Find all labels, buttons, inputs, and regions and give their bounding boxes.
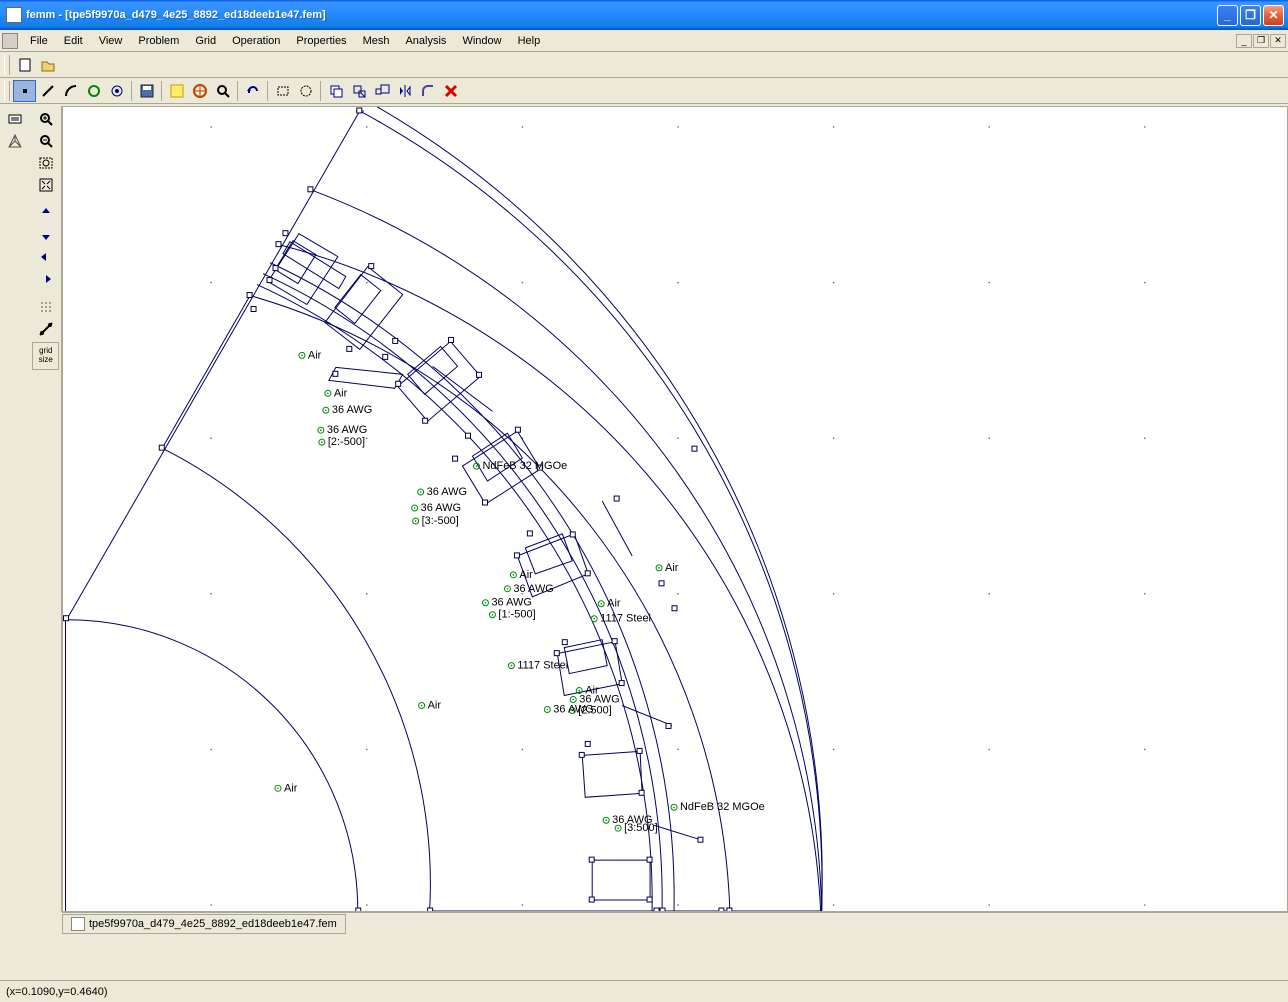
- svg-text:Air: Air: [334, 387, 348, 399]
- copy-button[interactable]: [324, 80, 347, 102]
- circle-select-button[interactable]: [294, 80, 317, 102]
- arc-tool-button[interactable]: [59, 80, 82, 102]
- file-toolbar: [0, 52, 1288, 78]
- toolbar-grip[interactable]: [4, 81, 10, 101]
- menu-mesh[interactable]: Mesh: [355, 33, 398, 49]
- svg-text:[3:500]: [3:500]: [624, 822, 658, 834]
- pan-left-button[interactable]: [32, 246, 59, 268]
- svg-text:36 AWG: 36 AWG: [513, 583, 553, 595]
- window-title: femm - [tpe5f9970a_d479_4e25_8892_ed18de…: [26, 9, 1217, 21]
- open-button[interactable]: [36, 54, 59, 76]
- close-button[interactable]: ✕: [1263, 5, 1284, 26]
- menu-window[interactable]: Window: [454, 33, 509, 49]
- svg-text:NdFeB 32 MGOe: NdFeB 32 MGOe: [482, 460, 567, 472]
- svg-text:[1:-500]: [1:-500]: [498, 609, 535, 621]
- segment-tool-button[interactable]: [36, 80, 59, 102]
- svg-text:36 AWG: 36 AWG: [427, 486, 467, 498]
- svg-text:[3:-500]: [3:-500]: [422, 515, 459, 527]
- zoom-out-button[interactable]: [32, 130, 59, 152]
- menu-bar: File Edit View Problem Grid Operation Pr…: [0, 30, 1288, 52]
- move-button[interactable]: [347, 80, 370, 102]
- menu-edit[interactable]: Edit: [56, 33, 91, 49]
- zoom-window-button[interactable]: [32, 152, 59, 174]
- mode-toolbar: [0, 78, 1288, 104]
- delete-button[interactable]: [439, 80, 462, 102]
- status-bar: (x=0.1090,y=0.4640): [0, 980, 1288, 1002]
- svg-text:[2:500]: [2:500]: [578, 704, 612, 716]
- group-tool-button[interactable]: [105, 80, 128, 102]
- menu-operation[interactable]: Operation: [224, 33, 288, 49]
- document-tab-bar: tpe5f9970a_d479_4e25_8892_ed18deeb1e47.f…: [62, 912, 1288, 934]
- mdi-restore-button[interactable]: ❐: [1253, 34, 1269, 48]
- svg-text:36 AWG: 36 AWG: [327, 424, 367, 436]
- analyze-button[interactable]: [188, 80, 211, 102]
- show-mesh-button[interactable]: [2, 130, 29, 152]
- menu-file[interactable]: File: [22, 33, 56, 49]
- document-icon: [2, 33, 18, 49]
- document-tab[interactable]: tpe5f9970a_d479_4e25_8892_ed18deeb1e47.f…: [62, 914, 346, 934]
- cursor-coordinates: (x=0.1090,y=0.4640): [6, 986, 108, 998]
- svg-text:Air: Air: [428, 700, 442, 712]
- svg-text:NdFeB 32 MGOe: NdFeB 32 MGOe: [680, 801, 765, 813]
- menu-problem[interactable]: Problem: [130, 33, 187, 49]
- zoom-in-button[interactable]: [32, 108, 59, 130]
- svg-text:Air: Air: [665, 562, 679, 574]
- document-icon: [71, 917, 85, 931]
- app-icon: [6, 7, 22, 23]
- mesh-button[interactable]: [165, 80, 188, 102]
- new-button[interactable]: [13, 54, 36, 76]
- grid-size-button[interactable]: grid size: [32, 342, 59, 370]
- menu-grid[interactable]: Grid: [187, 33, 224, 49]
- rect-select-button[interactable]: [271, 80, 294, 102]
- svg-text:Air: Air: [284, 782, 298, 794]
- title-bar: femm - [tpe5f9970a_d479_4e25_8892_ed18de…: [0, 0, 1288, 30]
- document-tab-label: tpe5f9970a_d479_4e25_8892_ed18deeb1e47.f…: [89, 918, 337, 930]
- snap-grid-button[interactable]: [32, 318, 59, 340]
- svg-text:Air: Air: [607, 598, 621, 610]
- drawing-canvas[interactable]: AirAir36 AWG36 AWG[2:-500]NdFeB 32 MGOe3…: [62, 106, 1288, 912]
- svg-text:1117 Steel: 1117 Steel: [517, 660, 568, 672]
- scale-button[interactable]: [370, 80, 393, 102]
- point-tool-button[interactable]: [13, 80, 36, 102]
- show-names-button[interactable]: [2, 108, 29, 130]
- show-grid-button[interactable]: [32, 296, 59, 318]
- minimize-button[interactable]: _: [1217, 5, 1238, 26]
- menu-view[interactable]: View: [91, 33, 131, 49]
- undo-button[interactable]: [241, 80, 264, 102]
- maximize-button[interactable]: ❐: [1240, 5, 1261, 26]
- svg-text:36 AWG: 36 AWG: [421, 502, 461, 514]
- pan-right-button[interactable]: [32, 268, 59, 290]
- view-toolbar: grid size: [0, 106, 62, 912]
- save-button[interactable]: [135, 80, 158, 102]
- menu-analysis[interactable]: Analysis: [397, 33, 454, 49]
- zoom-extents-button[interactable]: [32, 174, 59, 196]
- svg-text:36 AWG: 36 AWG: [491, 597, 531, 609]
- svg-text:Air: Air: [519, 569, 533, 581]
- menu-properties[interactable]: Properties: [288, 33, 354, 49]
- svg-text:36 AWG: 36 AWG: [332, 404, 372, 416]
- pan-up-button[interactable]: [32, 202, 59, 224]
- svg-text:Air: Air: [308, 349, 322, 361]
- block-label-tool-button[interactable]: [82, 80, 105, 102]
- mdi-minimize-button[interactable]: _: [1236, 34, 1252, 48]
- mirror-button[interactable]: [393, 80, 416, 102]
- pan-down-button[interactable]: [32, 224, 59, 246]
- toolbar-grip[interactable]: [4, 55, 10, 75]
- svg-text:1117 Steel: 1117 Steel: [600, 613, 651, 625]
- svg-text:[2:-500]: [2:-500]: [328, 436, 365, 448]
- menu-help[interactable]: Help: [510, 33, 549, 49]
- mdi-close-button[interactable]: ✕: [1270, 34, 1286, 48]
- fillet-button[interactable]: [416, 80, 439, 102]
- view-results-button[interactable]: [211, 80, 234, 102]
